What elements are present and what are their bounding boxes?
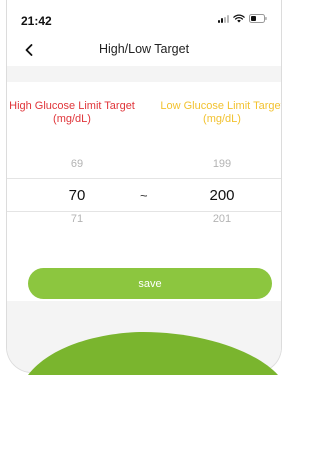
low-limit-label: Low Glucose Limit Target (mg/dL) [149, 100, 282, 126]
picker-row-next: 71 201 [7, 213, 281, 227]
phone-screen: 21:42 High/Low Target High Glucose Limit… [6, 0, 282, 373]
status-bar: 21:42 [7, 0, 281, 34]
page-title: High/Low Target [98, 42, 190, 56]
target-card: High Glucose Limit Target (mg/dL) Low Gl… [7, 82, 281, 301]
wifi-icon [233, 14, 245, 23]
high-limit-unit: (mg/dL) [53, 113, 91, 125]
low-limit-unit: (mg/dL) [203, 113, 241, 125]
low-picker-option[interactable]: 199 [197, 158, 247, 170]
status-time: 21:42 [21, 14, 52, 28]
high-limit-title: High Glucose Limit Target [9, 100, 135, 112]
high-picker-option[interactable]: 71 [57, 213, 97, 225]
range-separator: ~ [140, 188, 148, 203]
navigation-bar: High/Low Target [7, 34, 281, 66]
picker-row-previous: 69 199 [7, 158, 281, 172]
high-limit-label: High Glucose Limit Target (mg/dL) [7, 100, 149, 126]
content-area: High Glucose Limit Target (mg/dL) Low Gl… [7, 66, 281, 372]
high-picker-selected[interactable]: 70 [57, 187, 97, 204]
battery-icon [249, 14, 267, 23]
low-picker-selected[interactable]: 200 [197, 187, 247, 204]
save-button[interactable]: save [28, 268, 272, 299]
signal-icon [218, 14, 229, 23]
high-picker-option[interactable]: 69 [57, 158, 97, 170]
decorative-green-shape [0, 330, 286, 450]
picker-row-selected: 70 ~ 200 [7, 178, 281, 212]
low-picker-option[interactable]: 201 [197, 213, 247, 225]
status-icons [218, 14, 267, 23]
low-limit-title: Low Glucose Limit Target [160, 100, 282, 112]
